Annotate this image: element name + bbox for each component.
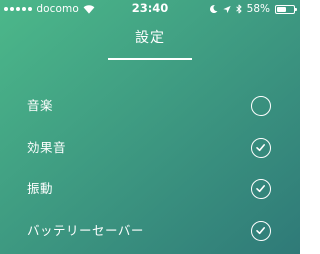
battery-saver-toggle[interactable] <box>251 221 271 241</box>
setting-label-music: 音楽 <box>27 98 54 113</box>
checkmark-icon <box>256 144 265 152</box>
sound-effects-toggle[interactable] <box>251 138 271 158</box>
battery-icon <box>275 4 297 14</box>
settings-screen: docomo 23:40 58% 設定 音楽 効果音 振動 バッテリーセーバー <box>0 0 300 254</box>
page-title: 設定 <box>135 30 165 46</box>
setting-row-battery-saver[interactable]: バッテリーセーバー <box>0 211 300 251</box>
setting-label-sound-effects: 効果音 <box>27 140 67 155</box>
battery-percent: 58% <box>246 3 270 15</box>
title-underline <box>108 58 192 60</box>
music-toggle[interactable] <box>251 96 271 116</box>
setting-label-battery-saver: バッテリーセーバー <box>27 223 144 238</box>
vibration-toggle[interactable] <box>251 179 271 199</box>
battery-level-fill <box>277 6 287 12</box>
checkmark-icon <box>256 185 265 193</box>
setting-row-music[interactable]: 音楽 <box>0 86 300 126</box>
moon-icon <box>209 5 218 14</box>
status-bar: docomo 23:40 58% <box>0 0 300 18</box>
status-bar-right: 58% <box>209 3 297 15</box>
location-arrow-icon <box>222 5 231 13</box>
bluetooth-icon <box>235 4 242 14</box>
setting-row-vibration[interactable]: 振動 <box>0 169 300 209</box>
checkmark-icon <box>256 227 265 235</box>
setting-label-vibration: 振動 <box>27 181 54 196</box>
setting-row-sound-effects[interactable]: 効果音 <box>0 128 300 168</box>
